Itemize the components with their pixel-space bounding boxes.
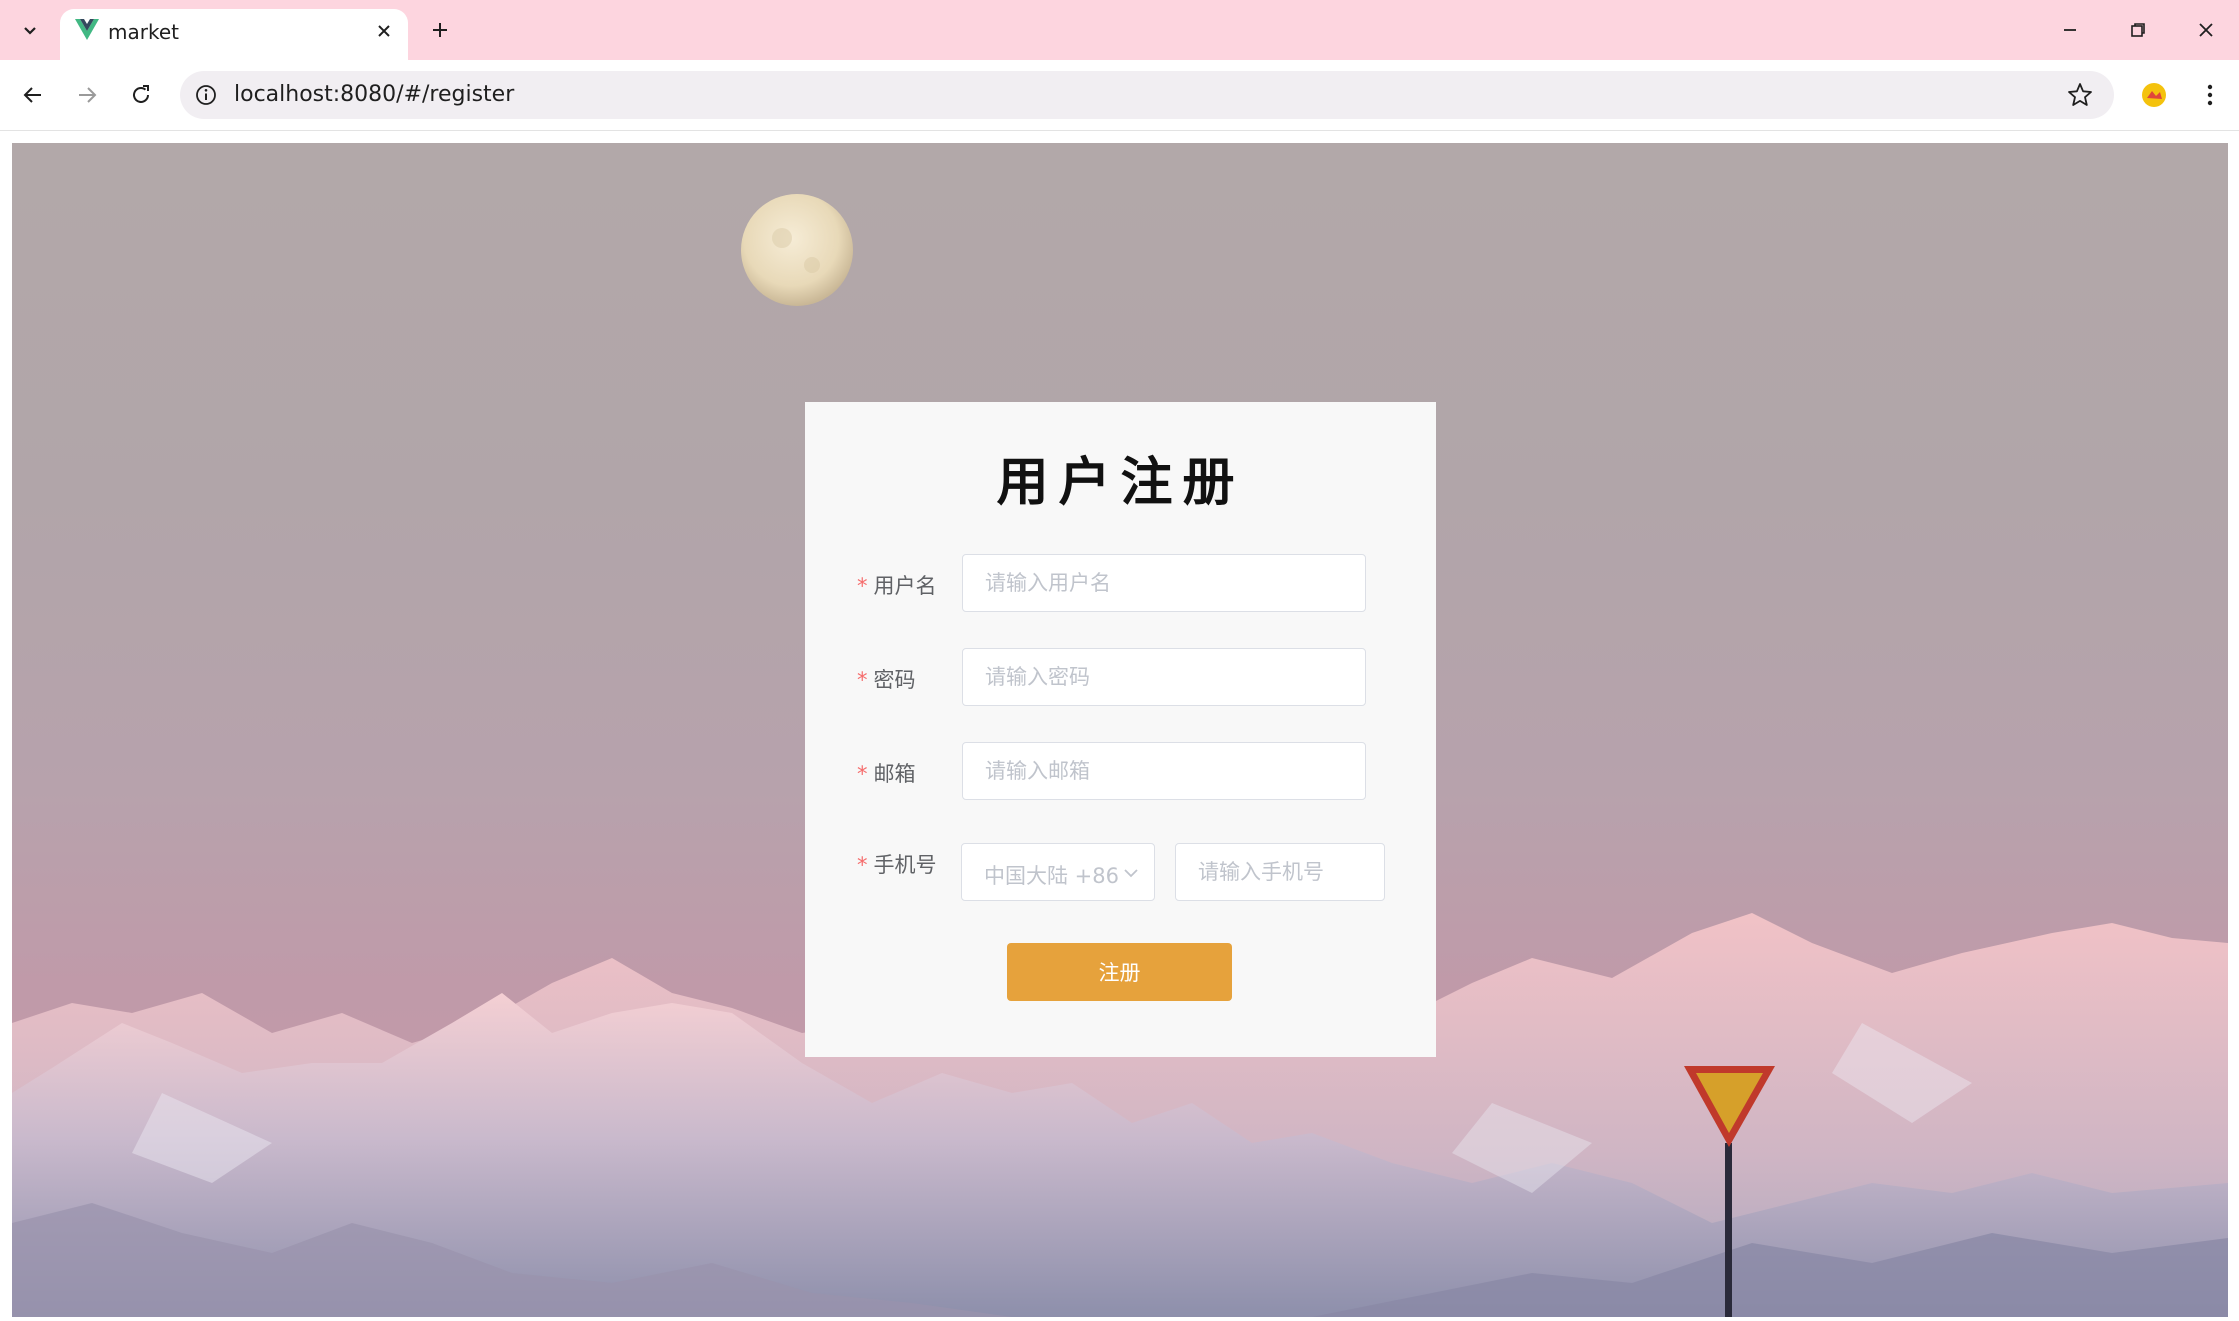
username-label: * 用户名 xyxy=(857,574,937,598)
minimize-button[interactable] xyxy=(2048,12,2092,48)
plus-icon xyxy=(433,23,447,37)
country-code-value: 中国大陆 +86 xyxy=(984,864,1119,888)
extension-icon[interactable] xyxy=(2136,77,2172,113)
vue-logo-icon xyxy=(75,19,99,40)
country-code-select[interactable]: 中国大陆 +86 xyxy=(961,843,1155,901)
star-icon[interactable] xyxy=(2066,81,2094,109)
new-tab-button[interactable] xyxy=(424,14,456,46)
back-button[interactable] xyxy=(15,77,51,113)
page-title: 用户注册 xyxy=(996,452,1245,513)
address-bar[interactable]: localhost:8080/#/register xyxy=(180,71,2114,119)
browser-toolbar: localhost:8080/#/register xyxy=(0,60,2239,131)
minimize-icon xyxy=(2064,29,2076,31)
required-mark: * xyxy=(857,668,868,692)
phone-label: * 手机号 xyxy=(857,853,937,877)
email-input[interactable] xyxy=(962,742,1366,800)
email-label: * 邮箱 xyxy=(857,762,916,786)
kebab-menu-icon xyxy=(2207,84,2213,106)
required-mark: * xyxy=(857,853,868,877)
page-viewport: 用户注册 *用户名 *密码 *邮箱 *手机号 中国大陆 +86 注册 xyxy=(12,143,2228,1317)
close-window-button[interactable] xyxy=(2184,12,2228,48)
browser-tab[interactable]: market xyxy=(60,9,408,60)
username-row: * 用户名 xyxy=(805,554,1436,614)
arrow-left-icon xyxy=(23,87,41,103)
close-icon xyxy=(2199,23,2213,37)
reload-icon xyxy=(133,85,149,103)
tab-search-button[interactable] xyxy=(14,14,46,46)
phone-input[interactable] xyxy=(1175,843,1385,901)
restore-icon xyxy=(2131,23,2145,37)
chevron-down-icon xyxy=(24,27,36,35)
url-text[interactable]: localhost:8080/#/register xyxy=(234,82,514,107)
register-card: 用户注册 *用户名 *密码 *邮箱 *手机号 中国大陆 +86 注册 xyxy=(805,402,1436,1057)
register-button[interactable]: 注册 xyxy=(1007,943,1232,1001)
restore-button[interactable] xyxy=(2116,12,2160,48)
tab-title: market xyxy=(108,20,179,44)
email-row: * 邮箱 xyxy=(805,742,1436,802)
browser-tab-strip: market xyxy=(0,0,2239,60)
phone-row: * 手机号 中国大陆 +86 xyxy=(805,843,1436,903)
password-label: * 密码 xyxy=(857,668,916,692)
required-mark: * xyxy=(857,574,868,598)
arrow-right-icon xyxy=(79,87,97,103)
forward-button[interactable] xyxy=(69,77,105,113)
required-mark: * xyxy=(857,762,868,786)
username-input[interactable] xyxy=(962,554,1366,612)
tab-close-button[interactable] xyxy=(372,19,396,43)
chevron-down-icon xyxy=(1124,869,1138,878)
browser-menu-button[interactable] xyxy=(2192,77,2228,113)
password-row: * 密码 xyxy=(805,648,1436,708)
close-icon xyxy=(378,25,390,37)
reload-button[interactable] xyxy=(123,77,159,113)
password-input[interactable] xyxy=(962,648,1366,706)
info-icon[interactable] xyxy=(194,83,218,107)
